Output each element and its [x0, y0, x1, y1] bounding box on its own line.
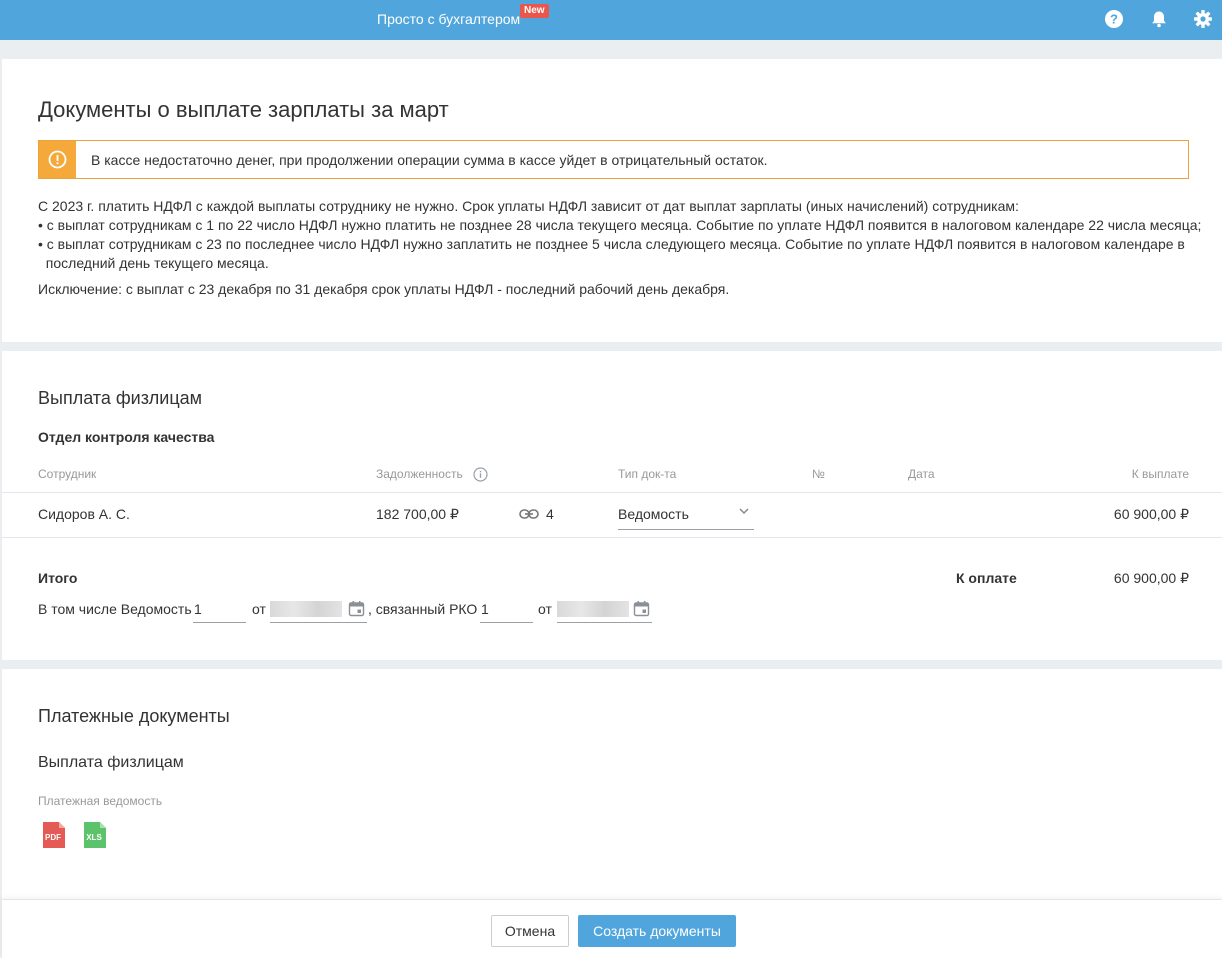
xls-icon[interactable]: XLS: [82, 820, 108, 850]
info-line: • с выплат сотрудникам с 1 по 22 число Н…: [38, 217, 1202, 233]
employee-name: Сидоров А. С.: [38, 506, 130, 522]
to-pay-value: 60 900,00 ₽: [1113, 506, 1189, 522]
from-label-2: от: [538, 601, 552, 617]
pdf-label: PDF: [45, 833, 61, 842]
info-icon[interactable]: [473, 467, 488, 482]
link-count: 4: [546, 506, 554, 522]
cancel-button[interactable]: Отмена: [491, 915, 569, 947]
from-label: от: [252, 601, 266, 617]
bell-icon[interactable]: [1149, 9, 1169, 29]
statement-number-value: 1: [194, 601, 202, 617]
including-label: В том числе Ведомость: [38, 601, 192, 617]
col-doc-type: Тип док-та: [618, 467, 677, 481]
divider: [2, 492, 1222, 493]
calendar-icon[interactable]: [348, 600, 365, 617]
help-icon[interactable]: ?: [1104, 9, 1124, 29]
payment-docs-title: Платежные документы: [38, 706, 230, 726]
doc-type-select[interactable]: Ведомость: [618, 499, 754, 530]
promo-link[interactable]: Просто с бухгалтером: [377, 11, 520, 27]
warning-text: В кассе недостаточно денег, при продолже…: [91, 152, 768, 168]
warning-banner: В кассе недостаточно денег, при продолже…: [38, 140, 1189, 179]
chevron-down-icon: [739, 508, 749, 515]
pdf-icon[interactable]: PDF: [41, 820, 67, 850]
ndfl-info: С 2023 г. платить НДФЛ с каждой выплаты …: [38, 197, 1201, 273]
link-icon[interactable]: [519, 507, 539, 521]
info-line: С 2023 г. платить НДФЛ с каждой выплаты …: [38, 198, 1019, 214]
statement-date-input[interactable]: [270, 599, 367, 623]
xls-label: XLS: [86, 833, 102, 842]
page-title: Документы о выплате зарплаты за март: [38, 97, 449, 122]
top-bar: Просто с бухгалтером New ?: [0, 0, 1222, 40]
col-number: №: [812, 467, 825, 481]
doc-type-value: Ведомость: [618, 506, 689, 522]
total-to-pay-value: 60 900,00 ₽: [1113, 570, 1189, 586]
rko-date-input[interactable]: [557, 599, 652, 623]
svg-text:?: ?: [1110, 12, 1118, 27]
redacted-date: [270, 601, 342, 617]
rko-number-input[interactable]: 1: [480, 599, 533, 623]
calendar-icon[interactable]: [633, 600, 650, 617]
divider: [2, 537, 1222, 538]
total-label: Итого: [38, 570, 78, 586]
rko-label: , связанный РКО: [368, 601, 478, 617]
warning-icon: [39, 141, 76, 178]
payout-panel: Выплата физлицам Отдел контроля качества…: [2, 351, 1222, 660]
department-name: Отдел контроля качества: [38, 429, 215, 445]
col-debt: Задолженность: [376, 467, 463, 481]
create-documents-button[interactable]: Создать документы: [578, 915, 736, 947]
redacted-date: [557, 601, 629, 617]
info-line: последний день текущего месяца.: [38, 255, 269, 271]
footer-bar: Отмена Создать документы: [2, 900, 1222, 958]
rko-number-value: 1: [481, 601, 489, 617]
new-badge: New: [520, 4, 549, 18]
col-date: Дата: [908, 467, 935, 481]
statement-number-input[interactable]: 1: [193, 599, 246, 623]
payout-title: Выплата физлицам: [38, 388, 203, 408]
payment-docs-panel: Платежные документы Выплата физлицам Пла…: [2, 669, 1222, 899]
debt-value: 182 700,00 ₽: [376, 506, 459, 522]
payment-docs-subtitle: Выплата физлицам: [38, 754, 184, 771]
gear-icon[interactable]: [1193, 9, 1213, 29]
doc-name: Платежная ведомость: [38, 794, 163, 808]
col-employee: Сотрудник: [38, 467, 97, 481]
info-line: • с выплат сотрудникам с 23 по последнее…: [38, 236, 1185, 252]
info-panel: Документы о выплате зарплаты за март В к…: [2, 59, 1222, 342]
col-to-pay: К выплате: [1131, 467, 1189, 481]
to-pay-label: К оплате: [956, 570, 1017, 586]
exception-text: Исключение: с выплат с 23 декабря по 31 …: [38, 281, 730, 297]
